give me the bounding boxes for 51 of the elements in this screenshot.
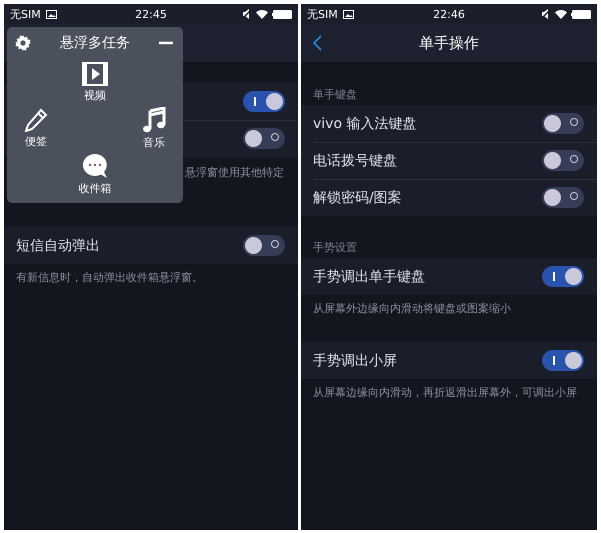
- setting-row[interactable]: 解锁密码/图案: [301, 179, 597, 216]
- toggle-switch[interactable]: [542, 350, 584, 371]
- setting-row[interactable]: 手势调出单手键盘: [301, 258, 597, 295]
- status-time: 22:46: [433, 8, 465, 20]
- setting-label: 电话拨号键盘: [313, 152, 397, 170]
- image-icon: [46, 10, 57, 18]
- setting-row[interactable]: vivo 输入法键盘: [301, 105, 597, 142]
- setting-row[interactable]: 手势调出小屏: [301, 342, 597, 379]
- toggle-switch[interactable]: [243, 128, 285, 149]
- back-icon[interactable]: [313, 35, 322, 51]
- setting-label: 手势调出小屏: [313, 352, 397, 370]
- app-shortcut[interactable]: 视频: [7, 59, 183, 105]
- battery-icon: [571, 10, 591, 18]
- image-icon: [342, 10, 354, 18]
- pencil-icon: [24, 108, 48, 132]
- wifi-icon: [256, 9, 268, 19]
- setting-label: 手势调出单手键盘: [313, 268, 425, 286]
- toggle-switch[interactable]: [243, 91, 285, 112]
- chat-bubble-icon: [82, 152, 108, 178]
- carrier-label: 无SIM: [10, 6, 41, 22]
- panel-title: 悬浮多任务: [60, 34, 130, 52]
- toggle-switch[interactable]: [542, 187, 584, 208]
- toggle-switch[interactable]: [542, 113, 584, 134]
- minimize-icon[interactable]: [159, 41, 173, 45]
- app-shortcut[interactable]: 音乐: [125, 105, 183, 151]
- toggle-switch[interactable]: [243, 235, 285, 256]
- wifi-icon: [555, 9, 567, 19]
- setting-description: 悬浮窗使用其他特定: [185, 165, 284, 181]
- app-shortcut[interactable]: 收件箱: [7, 151, 183, 197]
- app-shortcut[interactable]: 便签: [7, 105, 65, 151]
- setting-description: 从屏幕外边缘向内滑动将键盘或图案缩小: [312, 301, 512, 317]
- setting-label: 短信自动弹出: [16, 236, 100, 254]
- mute-icon: [242, 9, 252, 19]
- mute-icon: [541, 9, 551, 19]
- setting-description: 从屏幕边缘向内滑动，再折返滑出屏幕外，可调出小屏: [312, 385, 578, 401]
- section-heading: 手势设置: [312, 240, 358, 256]
- setting-label: 解锁密码/图案: [313, 188, 402, 206]
- toggle-switch[interactable]: [542, 266, 584, 287]
- page-title: 单手操作: [419, 34, 479, 52]
- film-icon: [82, 62, 108, 86]
- setting-row[interactable]: 电话拨号键盘: [301, 142, 597, 179]
- setting-row[interactable]: 短信自动弹出: [4, 227, 298, 264]
- toggle-switch[interactable]: [542, 150, 584, 171]
- status-time: 22:45: [135, 8, 167, 20]
- section-heading: 单手键盘: [312, 86, 358, 102]
- music-note-icon: [142, 106, 166, 132]
- settings-icon[interactable]: [15, 35, 31, 51]
- battery-icon: [272, 10, 292, 18]
- carrier-label: 无SIM: [307, 6, 338, 22]
- setting-description: 有新信息时，自动弹出收件箱悬浮窗。: [15, 270, 204, 286]
- setting-label: vivo 输入法键盘: [313, 114, 416, 132]
